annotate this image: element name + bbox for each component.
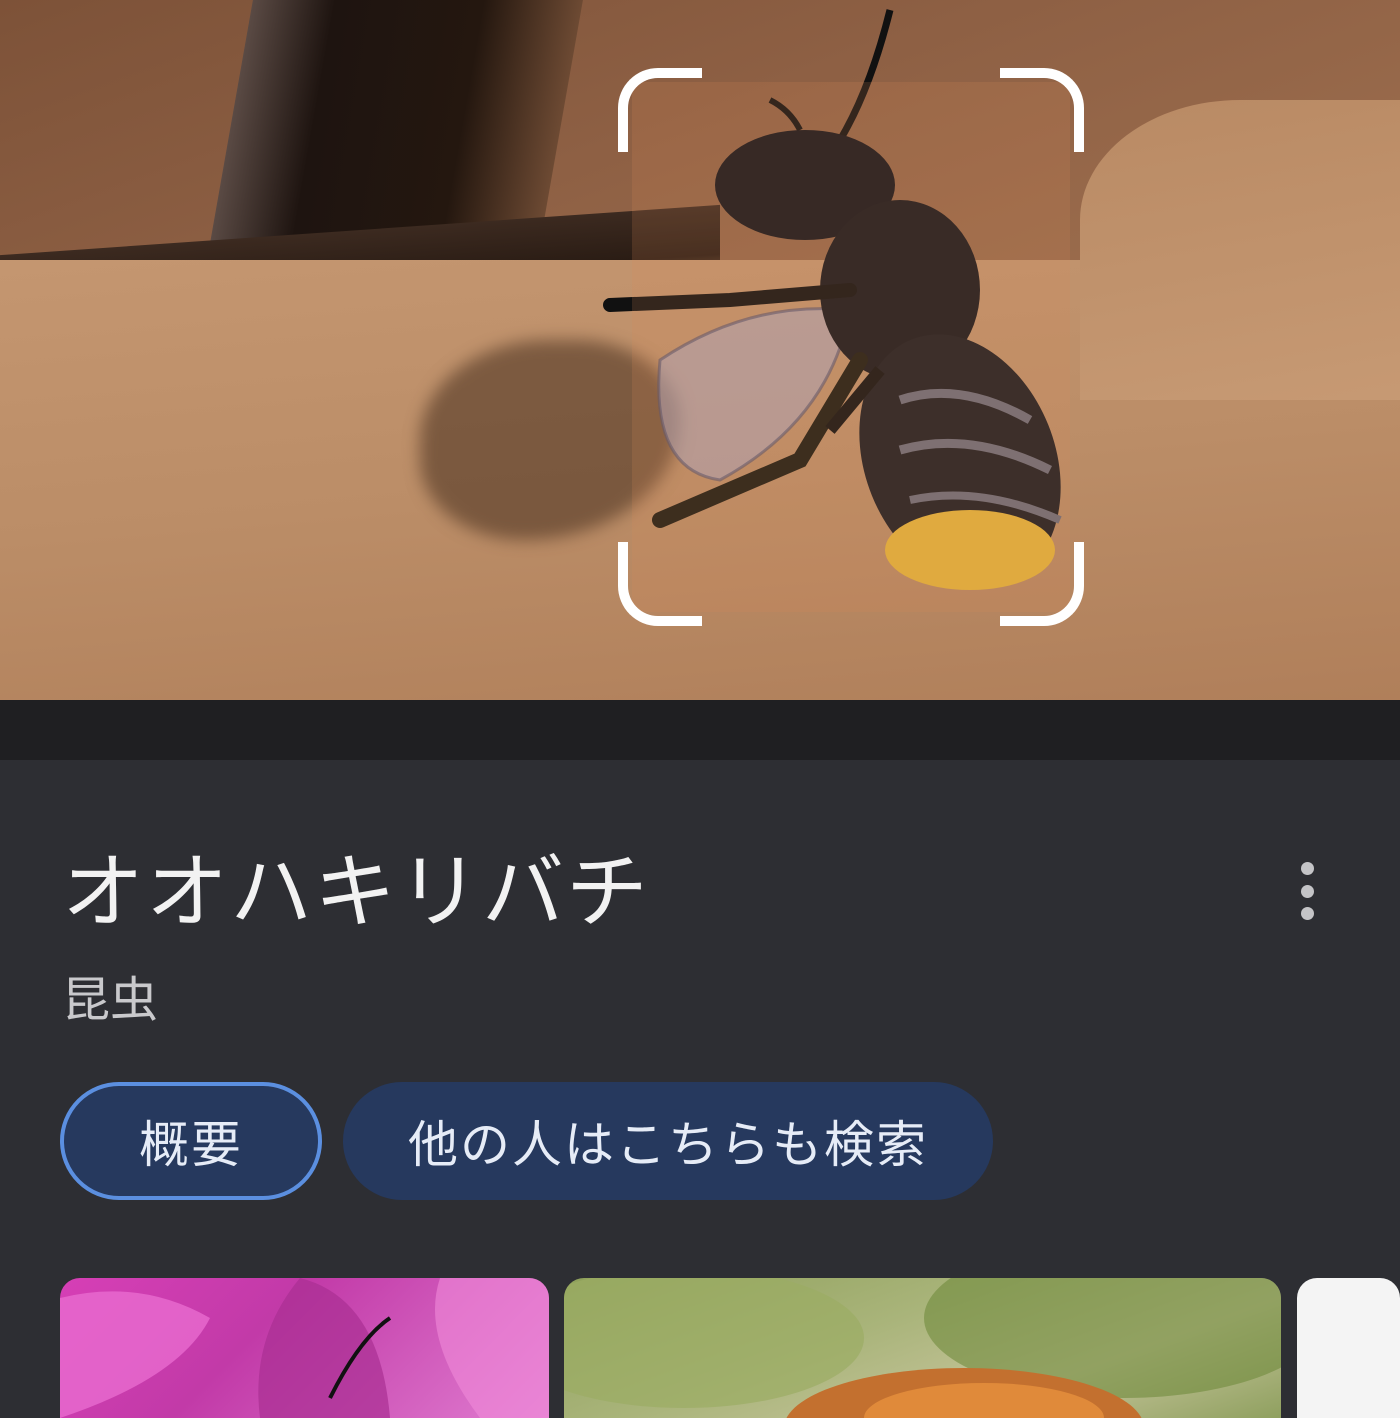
result-title: オオハキリバチ <box>62 845 651 940</box>
crop-handle-bottom-left[interactable] <box>618 542 702 626</box>
result-thumbnail[interactable] <box>1297 1278 1400 1418</box>
bee-on-leaf-image <box>564 1278 1281 1418</box>
more-vert-icon[interactable] <box>1282 856 1332 926</box>
result-sheet: オオハキリバチ 昆虫 概要 他の人はこちらも検索 <box>0 760 1400 1418</box>
sheet-handle-band[interactable] <box>0 700 1400 760</box>
result-category: 昆虫 <box>62 972 159 1028</box>
dot <box>1300 862 1314 875</box>
result-thumbnail[interactable] <box>564 1278 1281 1418</box>
tab-related-searches[interactable]: 他の人はこちらも検索 <box>343 1082 993 1200</box>
selection-frame[interactable] <box>618 68 1084 626</box>
search-photo <box>0 0 1400 700</box>
ground-surface-right <box>1080 100 1400 400</box>
tab-overview[interactable]: 概要 <box>60 1082 322 1200</box>
flower-image <box>60 1278 549 1418</box>
crop-handle-top-left[interactable] <box>618 68 702 152</box>
crop-handle-bottom-right[interactable] <box>1000 542 1084 626</box>
dot <box>1300 884 1314 898</box>
dot <box>1300 907 1314 920</box>
result-thumbnail[interactable] <box>60 1278 549 1418</box>
selection-highlight <box>632 82 1070 612</box>
crop-handle-top-right[interactable] <box>1000 68 1084 152</box>
